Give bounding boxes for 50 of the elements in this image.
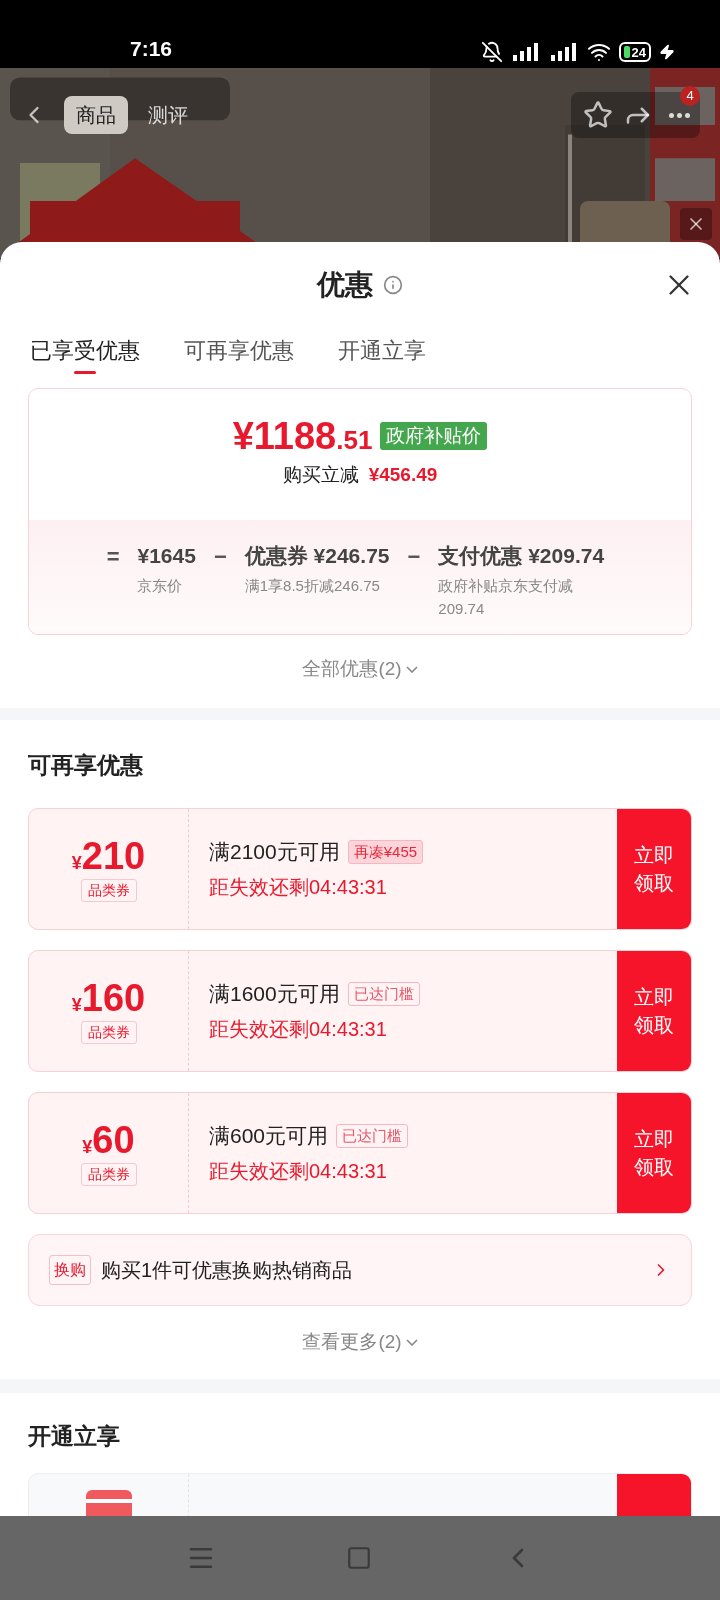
currency-symbol: ¥ xyxy=(82,1136,93,1159)
breakdown-value: ¥1645 xyxy=(137,542,196,569)
claim-button[interactable]: 立即领取 xyxy=(617,1093,691,1213)
coupon-countdown: 距失效还剩04:43:31 xyxy=(209,874,388,900)
subsidy-price-tag: 政府补贴价 xyxy=(380,421,488,451)
offer-tab[interactable]: 已享受优惠 xyxy=(30,324,140,376)
operator: = xyxy=(106,542,120,571)
see-more-link[interactable]: 查看更多(2) xyxy=(302,1328,418,1357)
product-tab[interactable]: 测评 xyxy=(136,96,200,134)
coupon-countdown: 距失效还剩04:43:31 xyxy=(209,1016,388,1042)
coupon-tag: 已达门槛 xyxy=(347,981,420,1007)
exchange-offer-row[interactable]: 换购 购买1件可优惠换购热销商品 xyxy=(28,1234,692,1306)
claim-button[interactable]: 立即领取 xyxy=(617,809,691,929)
exchange-tag: 换购 xyxy=(49,1255,91,1285)
coupon-condition: 满600元可用 xyxy=(209,1123,329,1150)
section-title: 可再享优惠 xyxy=(27,750,144,780)
breakdown-note: 京东价 xyxy=(137,576,184,596)
coupon-type: 品类券 xyxy=(80,1162,137,1186)
currency-symbol: ¥ xyxy=(71,994,82,1017)
section-title: 开通立享 xyxy=(27,1421,121,1451)
breakdown-note: 政府补贴京东支付减209.74 xyxy=(438,576,575,619)
breakdown-value: 支付优惠 ¥209.74 xyxy=(438,542,606,569)
coupon-amount: 60 xyxy=(92,1120,135,1159)
coupon-countdown: 距失效还剩04:43:31 xyxy=(209,1158,388,1184)
saving-amount: ¥456.49 xyxy=(368,463,438,487)
final-price: ¥1188 xyxy=(232,417,337,455)
coupon-tag: 再凑¥455 xyxy=(347,839,424,865)
battery-icon: 24 xyxy=(618,42,651,62)
coupon-type: 品类券 xyxy=(80,1020,137,1044)
operator: − xyxy=(213,542,227,571)
coupon-amount: 210 xyxy=(81,836,146,875)
offer-tab[interactable]: 可再享优惠 xyxy=(184,324,294,376)
coupon-type: 品类券 xyxy=(80,878,137,902)
claim-button[interactable]: 立即领取 xyxy=(617,951,691,1071)
currency-symbol: ¥ xyxy=(71,852,82,875)
coupon-amount: 160 xyxy=(81,978,146,1017)
offer-tab[interactable]: 开通立享 xyxy=(338,324,426,376)
coupon-condition: 满2100元可用 xyxy=(209,839,340,866)
all-offers-link[interactable]: 全部优惠(2) xyxy=(302,655,418,684)
breakdown-note: 满1享8.5折减246.75 xyxy=(244,576,381,596)
price-decimal: .51 xyxy=(336,427,373,453)
coupon-condition: 满1600元可用 xyxy=(209,981,340,1008)
sheet-title: 优惠 xyxy=(317,268,373,302)
product-tab[interactable]: 商品 xyxy=(64,96,128,134)
breakdown-value: 优惠券 ¥246.75 xyxy=(244,542,390,569)
clock: 7:16 xyxy=(130,35,173,62)
operator: − xyxy=(407,542,421,571)
saving-label: 购买立减 xyxy=(282,463,359,487)
exchange-text: 购买1件可优惠换购热销商品 xyxy=(101,1258,354,1283)
coupon-tag: 已达门槛 xyxy=(336,1123,409,1149)
